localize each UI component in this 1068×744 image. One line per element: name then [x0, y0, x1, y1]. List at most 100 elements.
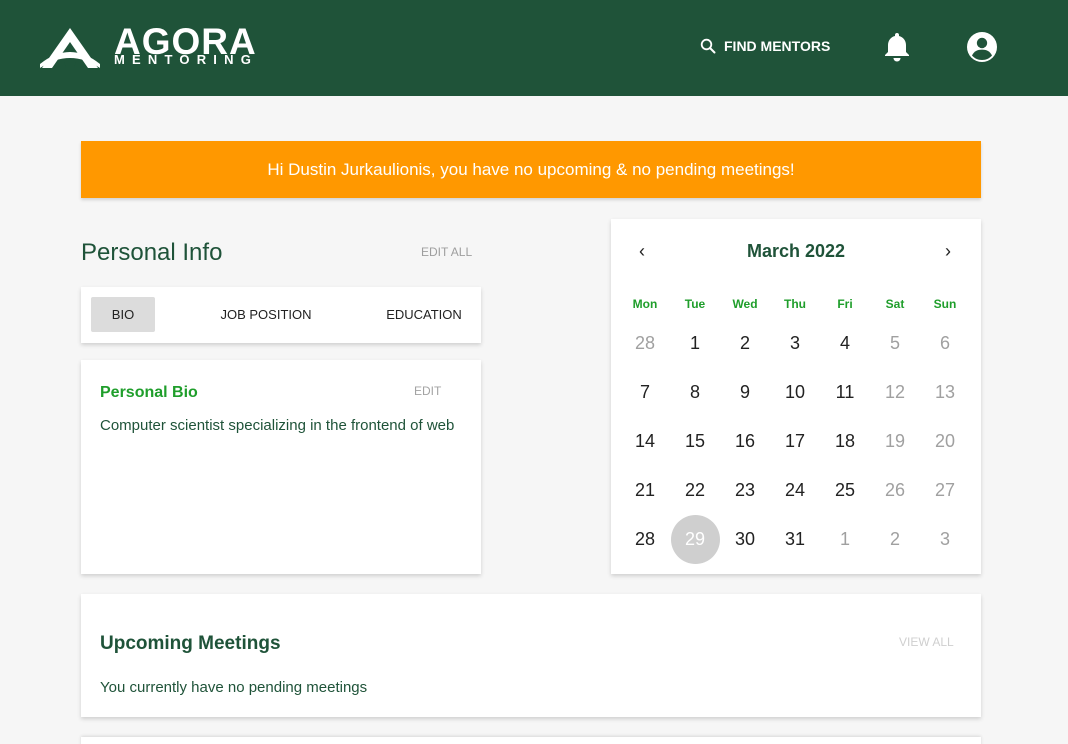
next-month-button[interactable]: › [938, 241, 958, 262]
next-section-card [81, 737, 981, 744]
calendar-day[interactable]: 12 [870, 368, 920, 417]
calendar-day[interactable]: 2 [870, 515, 920, 564]
personal-bio-title: Personal Bio [100, 384, 198, 401]
calendar-day-number: 3 [939, 529, 950, 549]
calendar-day-number: 28 [634, 333, 656, 353]
calendar-day[interactable]: 19 [870, 417, 920, 466]
weekday-header: Fri [837, 297, 853, 311]
logo-mark-icon [40, 28, 100, 68]
calendar: ‹ March 2022 › Mon Tue Wed Thu Fri Sat Sun 28 1 2… [611, 219, 981, 574]
calendar-day[interactable]: 16 [720, 417, 770, 466]
calendar-day-number: 11 [835, 382, 855, 402]
calendar-day-number: 18 [834, 431, 856, 451]
find-mentors-label: FIND MENTORS [724, 38, 831, 54]
edit-all-button[interactable]: EDIT ALL [421, 245, 472, 259]
calendar-day[interactable]: 13 [920, 368, 970, 417]
calendar-day[interactable]: 14 [620, 417, 670, 466]
personal-bio-text: Computer scientist specializing in the f… [100, 417, 455, 434]
calendar-day-number: 21 [634, 480, 656, 500]
calendar-day-number: 16 [734, 431, 756, 451]
calendar-day-number: 1 [839, 529, 850, 549]
personal-info-title: Personal Info [81, 239, 223, 266]
calendar-day-number: 19 [884, 431, 906, 451]
calendar-day[interactable]: 21 [620, 466, 670, 515]
calendar-day[interactable]: 23 [720, 466, 770, 515]
calendar-day[interactable]: 1 [820, 515, 870, 564]
calendar-day[interactable]: 28 [620, 319, 670, 368]
calendar-day-number: 4 [839, 333, 850, 353]
calendar-day-number: 12 [884, 382, 906, 402]
weekday-header: Sun [933, 297, 957, 311]
calendar-day-number: 22 [684, 480, 706, 500]
calendar-day-selected[interactable]: 29 [670, 515, 720, 564]
calendar-day[interactable]: 26 [870, 466, 920, 515]
personal-info-tabs: BIO JOB POSITION EDUCATION [81, 287, 481, 343]
personal-bio-card: Personal Bio EDIT Computer scientist spe… [81, 360, 481, 574]
calendar-day-number: 27 [934, 480, 956, 500]
search-icon [700, 38, 716, 54]
calendar-day-number: 3 [789, 333, 800, 353]
calendar-day[interactable]: 22 [670, 466, 720, 515]
meetings-notice-banner: Hi Dustin Jurkaulionis, you have no upco… [81, 141, 981, 198]
edit-bio-button[interactable]: EDIT [414, 384, 441, 398]
calendar-day-number: 29 [684, 529, 706, 549]
bell-icon[interactable] [882, 30, 912, 62]
calendar-day-number: 2 [739, 333, 750, 353]
calendar-day[interactable]: 25 [820, 466, 870, 515]
calendar-day-number: 25 [834, 480, 856, 500]
calendar-day[interactable]: 31 [770, 515, 820, 564]
calendar-day-number: 7 [639, 382, 650, 402]
weekday-header: Mon [632, 297, 658, 311]
calendar-day-number: 6 [939, 333, 950, 353]
calendar-day[interactable]: 11 [820, 368, 870, 417]
calendar-day[interactable]: 3 [770, 319, 820, 368]
calendar-day-number: 24 [784, 480, 806, 500]
calendar-day-number: 31 [784, 529, 806, 549]
calendar-day[interactable]: 7 [620, 368, 670, 417]
weekday-header: Tue [684, 297, 706, 311]
account-circle-icon[interactable] [965, 30, 999, 64]
find-mentors-button[interactable]: FIND MENTORS [700, 34, 830, 58]
weekday-header: Thu [784, 297, 806, 311]
logo-subtitle: MENTORING [114, 52, 259, 67]
calendar-day-number: 1 [689, 333, 700, 353]
calendar-day[interactable]: 3 [920, 515, 970, 564]
tab-education[interactable]: EDUCATION [371, 297, 477, 332]
upcoming-meetings-title: Upcoming Meetings [100, 633, 281, 654]
calendar-day[interactable]: 10 [770, 368, 820, 417]
calendar-day[interactable]: 17 [770, 417, 820, 466]
calendar-day-number: 9 [739, 382, 750, 402]
calendar-month-label: March 2022 [746, 241, 846, 261]
calendar-day-number: 8 [689, 382, 700, 402]
calendar-day-number: 14 [634, 431, 656, 451]
calendar-day[interactable]: 5 [870, 319, 920, 368]
calendar-day[interactable]: 24 [770, 466, 820, 515]
tab-job-position[interactable]: JOB POSITION [201, 297, 331, 332]
calendar-day[interactable]: 15 [670, 417, 720, 466]
weekday-header: Wed [732, 297, 758, 311]
calendar-day-number: 2 [889, 529, 900, 549]
no-meetings-message: You currently have no pending meetings [100, 679, 368, 696]
calendar-day-number: 13 [934, 382, 956, 402]
calendar-day[interactable]: 18 [820, 417, 870, 466]
view-all-button[interactable]: VIEW ALL [899, 635, 954, 649]
calendar-day[interactable]: 9 [720, 368, 770, 417]
calendar-day-number: 10 [784, 382, 806, 402]
calendar-day[interactable]: 4 [820, 319, 870, 368]
calendar-day[interactable]: 6 [920, 319, 970, 368]
calendar-day-number: 30 [734, 529, 756, 549]
calendar-day-number: 28 [634, 529, 656, 549]
tab-bio[interactable]: BIO [91, 297, 155, 332]
calendar-day[interactable]: 28 [620, 515, 670, 564]
calendar-day[interactable]: 30 [720, 515, 770, 564]
agora-logo[interactable]: AGORA MENTORING [38, 22, 259, 70]
calendar-day-number: 5 [889, 333, 900, 353]
calendar-day-number: 26 [884, 480, 906, 500]
calendar-day[interactable]: 20 [920, 417, 970, 466]
calendar-day[interactable]: 27 [920, 466, 970, 515]
calendar-day-number: 15 [684, 431, 706, 451]
weekday-header: Sat [885, 297, 905, 311]
calendar-day[interactable]: 2 [720, 319, 770, 368]
calendar-day[interactable]: 8 [670, 368, 720, 417]
calendar-day[interactable]: 1 [670, 319, 720, 368]
